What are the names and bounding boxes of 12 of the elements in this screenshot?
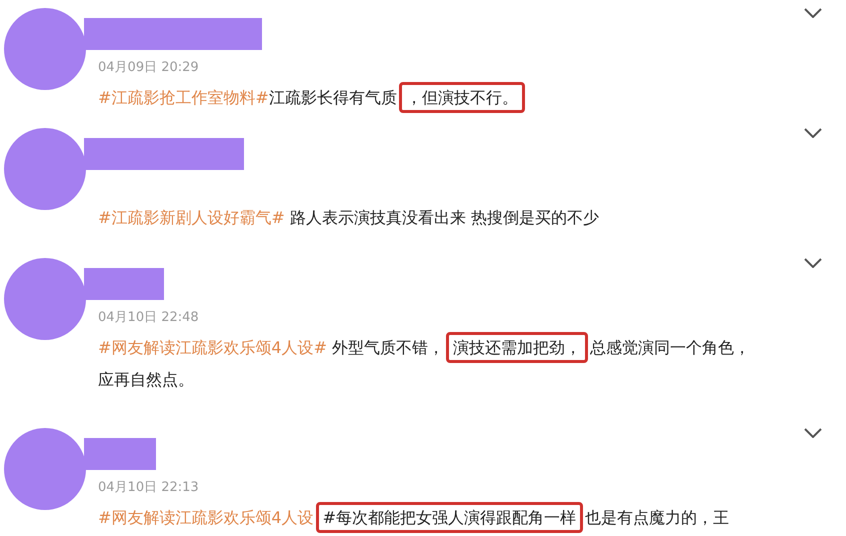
chevron-down-icon[interactable] (804, 8, 822, 18)
comment-date: 04月10日 22:48 (98, 309, 199, 327)
comment-date: 04月09日 20:29 (98, 59, 199, 77)
comment-date: 04月10日 22:13 (98, 479, 199, 497)
chevron-down-icon[interactable] (804, 128, 822, 138)
comment-text: #江疏影抢工作室物料#江疏影长得有气质 ，但演技不行。 (98, 82, 758, 114)
chevron-down-icon[interactable] (804, 258, 822, 268)
comment-text: #网友解读江疏影欢乐颂4人设# 外型气质不错， 演技还需加把劲， 总感觉演同一个角色，应再自然点。 (98, 332, 758, 396)
comment-text: #江疏影新剧人设好霸气# 路人表示演技真没看出来 热搜倒是买的不少 (98, 207, 600, 229)
name-redaction (84, 438, 156, 470)
chevron-down-icon[interactable] (804, 428, 822, 438)
comment-text: #网友解读江疏影欢乐颂4人设 #每次都能把女强人演得跟配角一样 也是有点魔力的，王 (98, 502, 729, 534)
